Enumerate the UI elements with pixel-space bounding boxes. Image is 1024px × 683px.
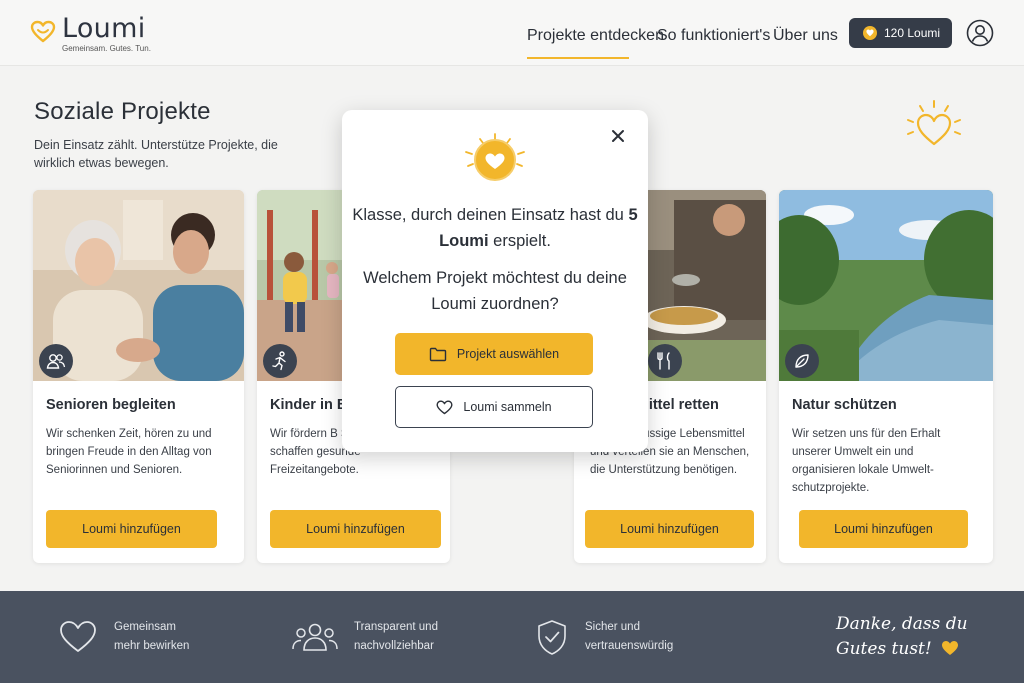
heart-outline-icon bbox=[60, 621, 96, 652]
nav-so-funktionierts[interactable]: So funktioniert's bbox=[657, 27, 770, 45]
thanks-message: Danke, dass du Gutes tust! bbox=[836, 612, 968, 662]
nav-active-indicator bbox=[527, 57, 629, 59]
loumi-earned-dialog: Klasse, durch deinen Einsatz hast du 5 L… bbox=[342, 110, 648, 452]
people-icon bbox=[39, 344, 73, 378]
card-description: Wir schenken Zeit, hören zu und bringen … bbox=[46, 428, 212, 476]
add-loumi-button[interactable]: Loumi hinzufügen bbox=[270, 510, 441, 548]
heart-coin-icon bbox=[465, 133, 525, 181]
heart-logo-icon bbox=[30, 20, 56, 43]
coin-heart-icon bbox=[863, 26, 877, 40]
fork-knife-icon bbox=[648, 344, 682, 378]
card-title: Kinder in B bbox=[270, 397, 348, 413]
feature-sicher: Sicher und vertrauenswürdig bbox=[535, 591, 673, 683]
project-card-natur[interactable]: Natur schützen Wir setzen uns für den Er… bbox=[779, 190, 993, 563]
project-card-senioren[interactable]: Senioren begleiten Wir schenken Zeit, hö… bbox=[33, 190, 244, 563]
close-icon[interactable] bbox=[608, 126, 628, 146]
heart-outline-icon bbox=[436, 400, 453, 415]
dialog-message: Klasse, durch deinen Einsatz hast du 5 L… bbox=[342, 202, 648, 254]
shield-check-icon bbox=[538, 620, 566, 655]
select-project-label: Projekt auswählen bbox=[456, 347, 560, 361]
user-avatar-icon[interactable] bbox=[966, 19, 994, 47]
feature-line: vertrauenswürdig bbox=[585, 640, 674, 652]
feature-line: Transparent und bbox=[354, 621, 438, 633]
feature-transparent: Transparent und nachvollziehbar bbox=[292, 591, 438, 683]
dialog-message-suffix: erspielt. bbox=[488, 232, 551, 250]
nav-ueber-uns[interactable]: Über uns bbox=[773, 27, 838, 45]
card-title: Natur schützen bbox=[792, 397, 897, 413]
running-child-icon bbox=[263, 344, 297, 378]
logo-name: Loumi bbox=[62, 13, 146, 44]
card-description: Wir setzen uns für den Erhalt unserer Um… bbox=[792, 428, 941, 494]
dialog-question: Welchem Projekt möchtest du deine Loumi … bbox=[363, 269, 627, 313]
page-subtitle: Dein Einsatz zählt. Unterstütze Projekte… bbox=[34, 138, 278, 170]
leaf-icon bbox=[785, 344, 819, 378]
add-loumi-button[interactable]: Loumi hinzufügen bbox=[799, 510, 968, 548]
page-title: Soziale Projekte bbox=[34, 98, 211, 125]
thanks-line: Gutes tust! bbox=[836, 639, 932, 659]
top-header: Loumi Gemeinsam. Gutes. Tun. Projekte en… bbox=[0, 0, 1024, 66]
folder-icon bbox=[429, 347, 447, 362]
group-icon bbox=[292, 623, 338, 651]
logo-tagline: Gemeinsam. Gutes. Tun. bbox=[62, 44, 151, 53]
loumi-balance-button[interactable]: 120 Loumi bbox=[849, 18, 952, 48]
feature-line: mehr bewirken bbox=[114, 640, 190, 652]
feature-gemeinsam: Gemeinsam mehr bewirken bbox=[58, 591, 189, 683]
add-loumi-button[interactable]: Loumi hinzufügen bbox=[585, 510, 754, 548]
logo[interactable]: Loumi Gemeinsam. Gutes. Tun. bbox=[30, 14, 151, 53]
feature-line: nachvollziehbar bbox=[354, 640, 434, 652]
thanks-line: Danke, dass du bbox=[836, 614, 968, 634]
loumi-balance-label: 120 Loumi bbox=[884, 26, 941, 40]
decorative-heart-icon bbox=[907, 100, 961, 146]
select-project-button[interactable]: Projekt auswählen bbox=[395, 333, 593, 375]
feature-line: Gemeinsam bbox=[114, 621, 176, 633]
card-title: Senioren begleiten bbox=[46, 397, 176, 413]
collect-loumi-label: Loumi sammeln bbox=[463, 400, 552, 414]
feature-line: Sicher und bbox=[585, 621, 640, 633]
nav-projekte-entdecken[interactable]: Projekte entdecken bbox=[527, 27, 664, 45]
heart-icon bbox=[942, 641, 959, 655]
dialog-message-prefix: Klasse, durch deinen Einsatz hast du bbox=[352, 206, 629, 224]
add-loumi-button[interactable]: Loumi hinzufügen bbox=[46, 510, 217, 548]
collect-loumi-button[interactable]: Loumi sammeln bbox=[395, 386, 593, 428]
